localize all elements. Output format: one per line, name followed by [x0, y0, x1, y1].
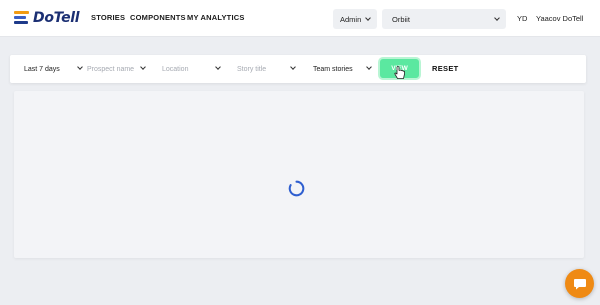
reset-button[interactable]: RESET [432, 64, 459, 73]
chat-bubble-icon [573, 278, 586, 289]
user-avatar-initials[interactable]: YD [517, 14, 527, 23]
location-select[interactable]: Location [162, 62, 221, 76]
prospect-name-select[interactable]: Prospect name [87, 62, 146, 76]
org-select-value: Orbiit [392, 14, 410, 24]
role-select[interactable]: Admin [333, 9, 377, 29]
story-scope-select[interactable]: Team stories [313, 62, 372, 76]
nav-stories[interactable]: STORIES [91, 13, 125, 22]
story-title-placeholder: Story title [237, 65, 267, 73]
prospect-name-placeholder: Prospect name [87, 65, 135, 73]
story-title-select[interactable]: Story title [237, 62, 296, 76]
org-select[interactable]: Orbiit [382, 9, 506, 29]
date-range-select[interactable]: Last 7 days [24, 62, 83, 76]
story-scope-value: Team stories [313, 65, 353, 73]
stories-content-panel [14, 91, 584, 258]
chat-launcher-button[interactable] [565, 269, 594, 298]
role-select-value: Admin [340, 14, 362, 24]
chevron-down-icon [290, 64, 296, 70]
date-range-value: Last 7 days [24, 65, 60, 73]
brand-name: DoTell [33, 10, 80, 26]
chevron-down-icon [140, 64, 146, 70]
loading-spinner-icon [288, 180, 305, 197]
brand-logo[interactable]: DoTell [14, 9, 80, 27]
user-name[interactable]: Yaacov DoTell [536, 14, 583, 23]
chevron-down-icon [365, 15, 371, 21]
chevron-down-icon [494, 15, 500, 21]
location-placeholder: Location [162, 65, 189, 73]
chevron-down-icon [77, 64, 83, 70]
nav-my-analytics[interactable]: MY ANALYTICS [187, 13, 245, 22]
dotell-logo-icon [14, 11, 31, 25]
top-header: DoTell STORIES COMPONENTS MY ANALYTICS A… [0, 0, 600, 37]
chevron-down-icon [366, 64, 372, 70]
chevron-down-icon [215, 64, 221, 70]
nav-components[interactable]: COMPONENTS [130, 13, 186, 22]
filter-bar: Last 7 days Prospect name Location Story… [10, 55, 586, 83]
hand-cursor-icon [394, 66, 405, 79]
